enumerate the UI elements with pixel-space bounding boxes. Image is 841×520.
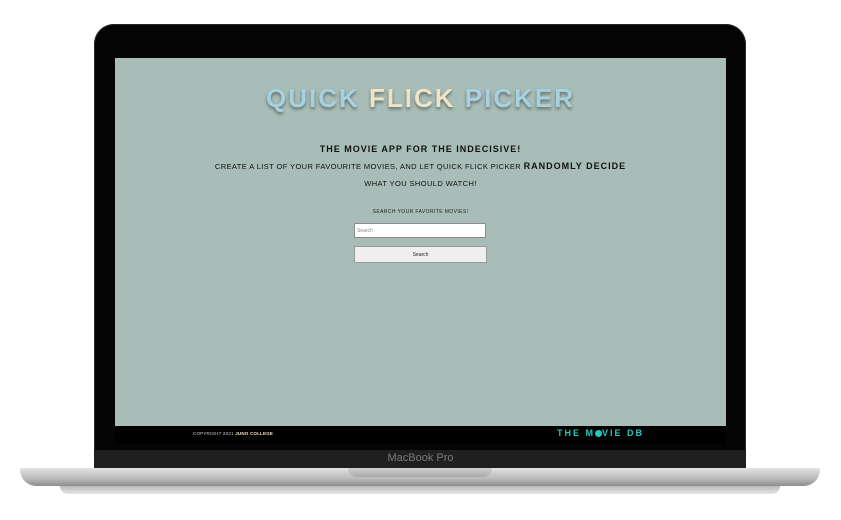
laptop-base-shadow (60, 486, 780, 494)
app-screen: QUICK FLICK PICKER THE MOVIE APP FOR THE… (115, 58, 726, 426)
app-title-mid: FLICK (359, 83, 465, 113)
description-emphasis: RANDOMLY DECIDE (523, 161, 627, 171)
tmdb-logo-right: VIE DB (602, 428, 645, 438)
tmdb-logo-left: THE M (557, 428, 595, 438)
app-title-left: QUICK (265, 83, 360, 113)
search-label: SEARCH YOUR FAVORITE MOVIES! (372, 209, 469, 215)
description-text: CREATE A LIST OF YOUR FAVOURITE MOVIES, … (214, 162, 522, 171)
search-button[interactable]: Search (354, 246, 487, 263)
copyright-prefix: COPYRIGHT 2021 (193, 431, 234, 436)
description-line-1: CREATE A LIST OF YOUR FAVOURITE MOVIES, … (115, 161, 726, 171)
search-input[interactable] (354, 223, 486, 238)
device-label: MacBook Pro (387, 452, 454, 464)
app-title-right: PICKER (464, 83, 576, 113)
app-title: QUICK FLICK PICKER (115, 83, 726, 114)
copyright-brand: JUNO COLLEGE (235, 431, 274, 436)
tagline: THE MOVIE APP FOR THE INDECISIVE! (319, 144, 522, 154)
tmdb-logo[interactable]: THE M VIE DB (557, 428, 644, 438)
description-line-2: WHAT YOU SHOULD WATCH! (364, 179, 477, 188)
tmdb-dot-icon (595, 429, 602, 437)
copyright: COPYRIGHT 2021 JUNO COLLEGE (193, 431, 273, 436)
laptop-notch (348, 468, 492, 477)
